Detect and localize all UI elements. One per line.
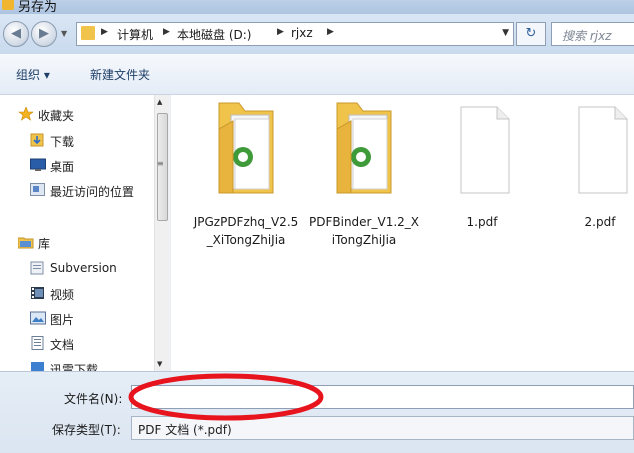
sidebar-item-label: 视频 <box>50 288 75 302</box>
address-bar[interactable]: ▶ 计算机 ▶ 本地磁盘 (D:) ▶ rjxz ▶ ▼ <box>76 22 514 46</box>
library-folder-icon <box>30 261 46 275</box>
sidebar-item-label: 图片 <box>50 313 75 327</box>
forward-button[interactable]: ▶ <box>31 21 57 47</box>
filename-label: 文件名(N): <box>64 392 123 406</box>
breadcrumb-rjxz[interactable]: rjxz <box>291 26 313 40</box>
thunder-download-icon <box>30 361 46 371</box>
refresh-button[interactable]: ↻ <box>516 22 546 46</box>
sidebar-item-label: 收藏夹 <box>38 109 75 123</box>
search-input[interactable]: 搜索 rjxz <box>551 22 634 46</box>
sidebar-item-label: 库 <box>38 237 51 251</box>
filetype-select[interactable]: PDF 文档 (*.pdf) <box>131 416 634 440</box>
pictures-icon <box>30 311 46 325</box>
navigation-bar: ◀ ▶ ▼ ▶ 计算机 ▶ 本地磁盘 (D:) ▶ rjxz ▶ ▼ ↻ 搜索 … <box>0 14 634 54</box>
sidebar-scrollbar[interactable]: ▲ ≡ ▼ <box>154 95 170 371</box>
sidebar-item-label: 桌面 <box>50 160 75 174</box>
file-item-name: 1.pdf <box>466 215 498 229</box>
folder-icon <box>211 99 281 197</box>
pdf-file-icon <box>565 99 634 197</box>
search-placeholder: 搜索 rjxz <box>562 29 612 43</box>
refresh-icon: ↻ <box>525 26 537 41</box>
back-button[interactable]: ◀ <box>3 21 29 47</box>
scroll-up-icon[interactable]: ▲ <box>157 98 162 106</box>
arrow-right-icon: ▶ <box>39 26 49 41</box>
navigation-pane: 收藏夹 下载 桌面 最近访问的位置 库 Subversion 视频 图片 文档 … <box>0 95 154 371</box>
video-icon <box>30 286 46 300</box>
sidebar-item-label: 迅雷下载 <box>50 363 99 371</box>
file-list: JPGzPDFzhq_V2.5_XiTongZhiJia PDFBinder_V… <box>171 95 634 371</box>
filename-input[interactable] <box>131 385 634 409</box>
breadcrumb-drive-d[interactable]: 本地磁盘 (D:) <box>177 26 251 43</box>
file-item-name: JPGzPDFzhq_V2.5_XiTongZhiJia <box>193 215 299 247</box>
sidebar-item-label: 下载 <box>50 135 75 149</box>
folder-icon <box>81 26 95 40</box>
sidebar-item-label: Subversion <box>50 261 117 275</box>
sidebar-item-label: 文档 <box>50 338 75 352</box>
window-icon <box>2 0 14 10</box>
save-form: 文件名(N): 保存类型(T): PDF 文档 (*.pdf) <box>0 371 634 453</box>
breadcrumb-separator-icon[interactable]: ▶ <box>277 27 284 37</box>
grip-icon: ≡ <box>157 159 164 168</box>
downloads-icon <box>30 133 46 147</box>
breadcrumb-separator-icon[interactable]: ▶ <box>101 27 108 37</box>
title-bar: 另存为 <box>0 0 634 14</box>
folder-icon <box>329 99 399 197</box>
library-icon <box>17 235 34 249</box>
pdf-file-icon <box>447 99 517 197</box>
recent-pages-dropdown[interactable]: ▼ <box>61 29 67 38</box>
recent-places-icon <box>30 183 46 197</box>
file-item-name: PDFBinder_V1.2_XiTongZhiJia <box>309 215 419 247</box>
arrow-left-icon: ◀ <box>11 26 21 41</box>
filetype-label: 保存类型(T): <box>52 423 121 437</box>
star-icon <box>18 106 34 121</box>
breadcrumb-computer[interactable]: 计算机 <box>117 26 153 43</box>
filetype-value: PDF 文档 (*.pdf) <box>138 423 232 437</box>
desktop-icon <box>30 158 46 172</box>
breadcrumb-separator-icon[interactable]: ▶ <box>327 27 334 37</box>
breadcrumb-separator-icon[interactable]: ▶ <box>163 27 170 37</box>
sidebar-item-label: 最近访问的位置 <box>50 185 135 199</box>
window-title: 另存为 <box>18 0 58 14</box>
scroll-down-icon[interactable]: ▼ <box>157 360 162 368</box>
organize-button[interactable]: 组织 ▾ <box>16 66 50 83</box>
new-folder-button[interactable]: 新建文件夹 <box>90 66 150 83</box>
file-item-name: 2.pdf <box>584 215 616 229</box>
documents-icon <box>30 336 46 350</box>
chevron-down-icon[interactable]: ▼ <box>502 28 509 38</box>
toolbar: 组织 ▾ 新建文件夹 <box>0 54 634 95</box>
